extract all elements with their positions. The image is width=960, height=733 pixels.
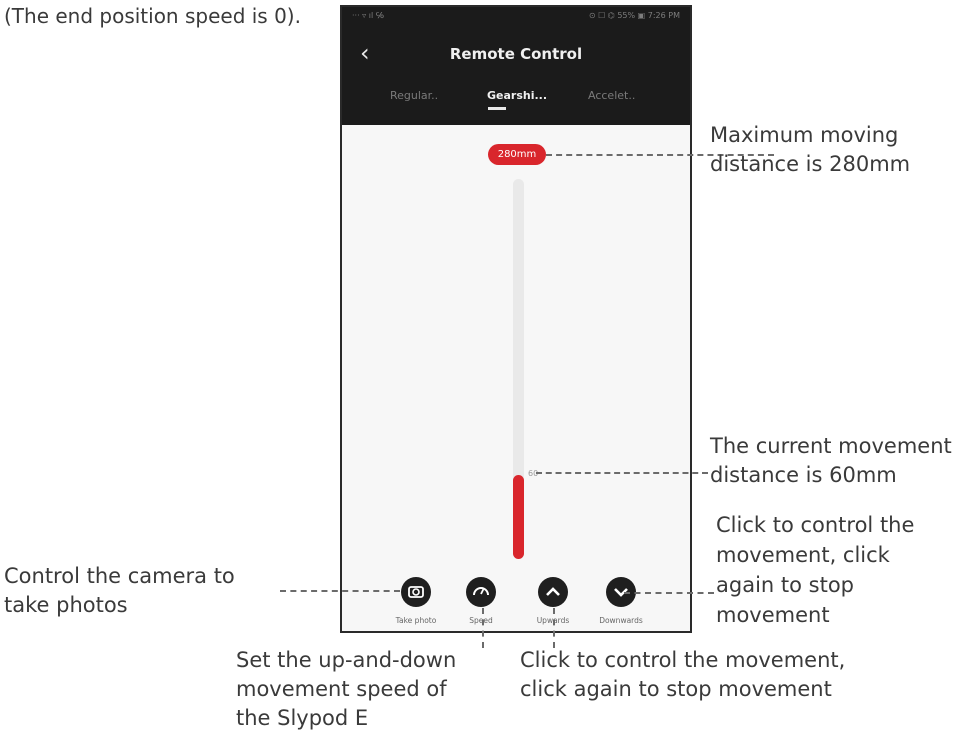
distance-slider-fill (513, 475, 524, 559)
tab-gearshift[interactable]: Gearshi... (487, 89, 547, 102)
speed-button[interactable] (466, 577, 496, 607)
leader-upwards (553, 608, 555, 648)
app-bar: ‹ Remote Control Regular.. Gearshi... Ac… (342, 29, 690, 125)
camera-annotation: Control the camera to take photos (4, 562, 235, 620)
leader-camera (280, 590, 400, 592)
status-right: ⊙ ☐ ⌬ 55% ▣ 7:26 PM (588, 11, 680, 20)
downwards-annotation: Click to control the movement, click aga… (716, 510, 914, 630)
control-area: 280mm 60 Take photo Speed Upwards Downwa… (342, 125, 690, 631)
status-left: ··· ▿ ıl ℅ (352, 11, 384, 20)
max-distance-badge: 280mm (488, 144, 546, 165)
downwards-line-3: again to stop (716, 573, 854, 597)
speed-annotation: Set the up-and-down movement speed of th… (236, 646, 456, 733)
speed-gauge-icon (473, 587, 489, 596)
speed-label: Speed (469, 616, 493, 625)
take-photo-label: Take photo (395, 616, 437, 625)
current-distance-line-1: The current movement (710, 434, 952, 458)
active-tab-indicator (488, 107, 506, 110)
upwards-button[interactable] (538, 577, 568, 607)
downwards-line-2: movement, click (716, 543, 890, 567)
downwards-line-1: Click to control the (716, 513, 915, 537)
phone-screen: ··· ▿ ıl ℅ ⊙ ☐ ⌬ 55% ▣ 7:26 PM ‹ Remote … (340, 5, 692, 633)
speed-line-3: the Slypod E (236, 706, 369, 730)
current-distance-annotation: The current movement distance is 60mm (710, 432, 952, 490)
downwards-line-4: movement (716, 603, 830, 627)
camera-line-1: Control the camera to (4, 564, 235, 588)
downwards-label: Downwards (599, 616, 643, 625)
max-distance-line-1: Maximum moving (710, 123, 899, 147)
chevron-up-icon (546, 587, 560, 596)
leader-speed (482, 608, 484, 648)
speed-line-2: movement speed of (236, 677, 447, 701)
upwards-line-1: Click to control the movement, (520, 648, 846, 672)
max-distance-annotation: Maximum moving distance is 280mm (710, 121, 910, 179)
max-distance-line-2: distance is 280mm (710, 152, 911, 176)
tab-accelerate[interactable]: Accelet.. (588, 89, 635, 102)
camera-line-2: take photos (4, 593, 128, 617)
upwards-line-2: click again to stop movement (520, 677, 832, 701)
current-distance-line-2: distance is 60mm (710, 463, 897, 487)
take-photo-button[interactable] (401, 577, 431, 607)
tab-regular[interactable]: Regular.. (390, 89, 438, 102)
top-note: (The end position speed is 0). (4, 4, 301, 28)
tab-bar: Regular.. Gearshi... Accelet.. (342, 89, 690, 113)
status-bar: ··· ▿ ıl ℅ ⊙ ☐ ⌬ 55% ▣ 7:26 PM (342, 7, 690, 29)
camera-icon (408, 586, 424, 598)
page-title: Remote Control (449, 45, 583, 63)
leader-current-distance (536, 472, 708, 474)
speed-line-1: Set the up-and-down (236, 648, 457, 672)
upwards-annotation: Click to control the movement, click aga… (520, 646, 845, 704)
leader-downwards (624, 592, 714, 594)
